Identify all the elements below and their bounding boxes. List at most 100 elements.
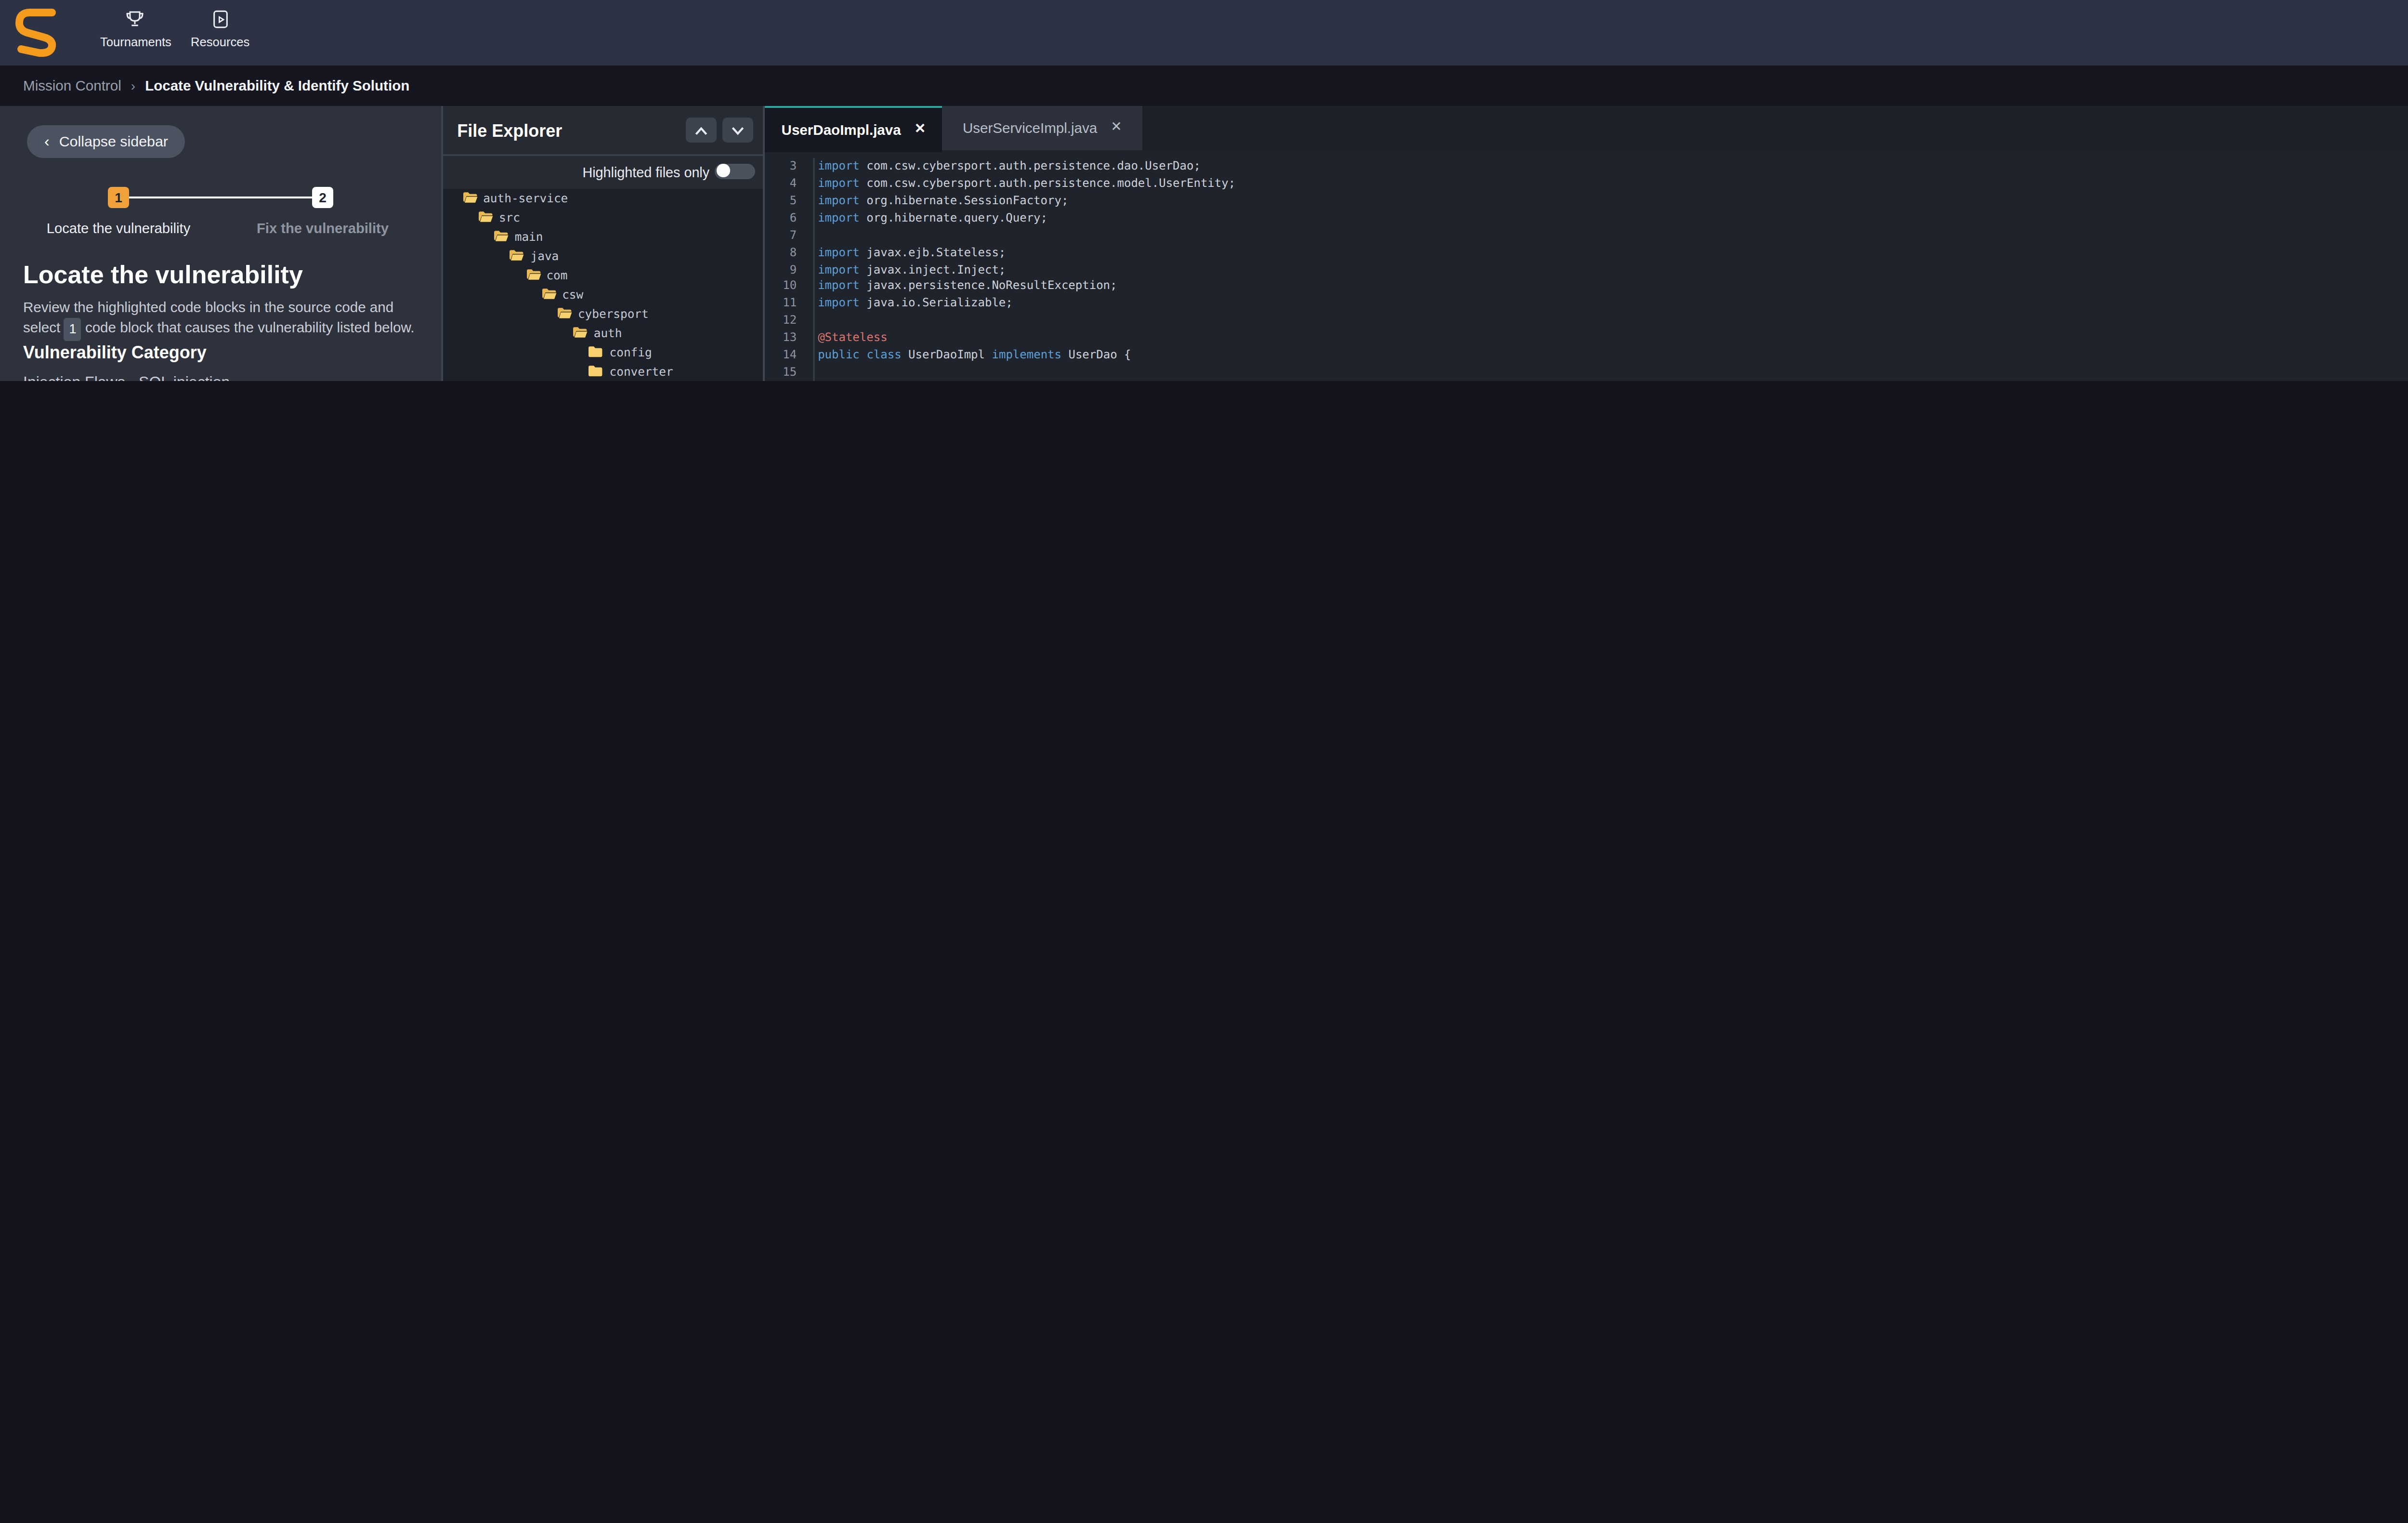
app: Tournaments Resources Help ⌄ Mission Con…	[0, 0, 2408, 381]
tree-item-label: converter	[610, 364, 673, 378]
breadcrumb-current: Locate Vulnerability & Identify Solution	[145, 77, 409, 94]
code-editor: UserDaoImpl.java✕ UserServiceImpl.java✕ …	[765, 106, 2408, 381]
sidebar: ‹ Collapse sidebar 1 2 Locate the vulner…	[0, 106, 440, 381]
stepper-line	[129, 197, 314, 199]
breadcrumb: Mission Control › Locate Vulnerability &…	[23, 77, 409, 94]
code-line-9: 9import javax.inject.Inject;	[765, 261, 2408, 278]
code-line-5: 5import org.hibernate.SessionFactory;	[765, 192, 2408, 210]
vulnerability-category-value: Injection Flaws - SQL injection	[23, 374, 230, 381]
code-line-11: 11import java.io.Serializable;	[765, 296, 2408, 313]
tree-item-cybersport[interactable]: cybersport	[444, 303, 763, 323]
highlighted-files-label: Highlighted files only	[582, 164, 709, 181]
tree-item-label: com	[546, 268, 567, 281]
tree-item-label: java	[531, 249, 559, 262]
folder-open-icon	[510, 249, 525, 262]
code-line-12: 12	[765, 313, 2408, 330]
folder-open-icon	[462, 191, 477, 204]
line-number: 3	[765, 158, 812, 175]
collapse-sidebar-button[interactable]: ‹ Collapse sidebar	[27, 126, 185, 158]
tree-item-label: main	[515, 229, 543, 243]
close-icon[interactable]: ✕	[915, 122, 926, 138]
code-line-14: 14public class UserDaoImpl implements Us…	[765, 347, 2408, 365]
nav-resources-label: Resources	[191, 34, 249, 47]
file-tree: auth-service src main java com csw cybersport a…	[444, 188, 763, 381]
code-area: 3import com.csw.cybersport.auth.persiste…	[765, 149, 2408, 381]
code-line-15: 15	[765, 365, 2408, 381]
code-line-4: 4import com.csw.cybersport.auth.persiste…	[765, 175, 2408, 192]
line-number: 5	[765, 192, 812, 210]
tree-item-converter[interactable]: converter	[444, 361, 763, 381]
folder-open-icon	[541, 287, 556, 301]
line-number: 12	[765, 313, 812, 330]
code-line-10: 10import javax.persistence.NoResultExcep…	[765, 278, 2408, 296]
chevron-down-icon	[731, 125, 746, 136]
tree-item-label: src	[499, 210, 520, 223]
highlighted-files-row: Highlighted files only	[444, 155, 763, 187]
file-explorer-panel: File Explorer Highlighted files only aut…	[442, 106, 765, 381]
code-line-3: 3import com.csw.cybersport.auth.persiste…	[765, 158, 2408, 175]
toggle-knob	[717, 165, 730, 178]
line-number: 6	[765, 210, 812, 227]
code-line-6: 6import org.hibernate.query.Query;	[765, 210, 2408, 227]
line-number: 11	[765, 296, 812, 313]
tree-item-main[interactable]: main	[444, 226, 763, 246]
code-line-8: 8import javax.ejb.Stateless;	[765, 244, 2408, 261]
nav-resources[interactable]: Resources	[191, 10, 249, 47]
code-line-7: 7	[765, 226, 2408, 244]
folder-open-icon	[525, 268, 540, 281]
folder-open-icon	[573, 326, 588, 339]
explorer-prev-button[interactable]	[686, 118, 717, 143]
folder-icon	[589, 345, 604, 358]
breadcrumb-bar: Mission Control › Locate Vulnerability &…	[0, 65, 2408, 106]
editor-tabs: UserDaoImpl.java✕ UserServiceImpl.java✕ …	[765, 106, 2408, 149]
line-number: 13	[765, 330, 812, 347]
highlighted-files-toggle[interactable]	[715, 163, 756, 179]
instructions: Review the highlighted code blocks in th…	[23, 298, 435, 341]
line-number: 9	[765, 261, 812, 278]
tree-item-src[interactable]: src	[444, 207, 763, 226]
resources-icon	[211, 10, 229, 29]
explorer-next-button[interactable]	[723, 118, 754, 143]
line-number: 4	[765, 175, 812, 192]
brand-logo-icon[interactable]	[12, 6, 62, 60]
file-explorer-title: File Explorer	[457, 121, 562, 140]
tab-userdaoimpl[interactable]: UserDaoImpl.java✕	[765, 106, 942, 151]
breadcrumb-separator-icon: ›	[131, 79, 135, 92]
nav-tournaments[interactable]: Tournaments	[100, 10, 171, 47]
file-explorer-header: File Explorer	[444, 106, 763, 154]
step-1: 1	[108, 187, 129, 209]
chevron-up-icon	[694, 125, 709, 136]
tree-item-config[interactable]: config	[444, 342, 763, 361]
chevron-left-icon: ‹	[44, 133, 50, 151]
vulnerability-category-heading: Vulnerability Category	[23, 342, 207, 362]
tree-item-label: auth-service	[483, 191, 568, 204]
tree-item-auth[interactable]: auth	[444, 323, 763, 342]
tab-userserviceimpl[interactable]: UserServiceImpl.java✕	[942, 106, 1142, 149]
folder-open-icon	[478, 210, 493, 223]
line-number: 7	[765, 226, 812, 244]
count-chip: 1	[65, 318, 81, 341]
top-nav: Tournaments Resources Help ⌄	[0, 0, 2408, 65]
code-line-13: 13@Stateless	[765, 330, 2408, 347]
step-1-label: Locate the vulnerability	[41, 219, 196, 236]
tree-item-label: csw	[562, 287, 583, 301]
folder-icon	[589, 364, 604, 378]
tree-item-auth-service[interactable]: auth-service	[444, 188, 763, 207]
line-number: 10	[765, 278, 812, 296]
tree-item-csw[interactable]: csw	[444, 284, 763, 303]
folder-open-icon	[557, 306, 572, 320]
page-title: Locate the vulnerability	[23, 260, 303, 289]
breadcrumb-parent[interactable]: Mission Control	[23, 77, 121, 94]
folder-open-icon	[494, 229, 509, 243]
tree-item-label: auth	[594, 326, 622, 339]
step-2: 2	[312, 187, 333, 209]
step-2-label: Fix the vulnerability	[246, 219, 400, 236]
tree-item-label: config	[610, 345, 652, 358]
nav-tournaments-label: Tournaments	[100, 34, 171, 47]
line-number: 8	[765, 244, 812, 261]
tree-item-java[interactable]: java	[444, 246, 763, 265]
close-icon[interactable]: ✕	[1111, 120, 1122, 136]
trophy-icon	[126, 10, 145, 29]
line-number: 15	[765, 365, 812, 381]
tree-item-com[interactable]: com	[444, 265, 763, 284]
